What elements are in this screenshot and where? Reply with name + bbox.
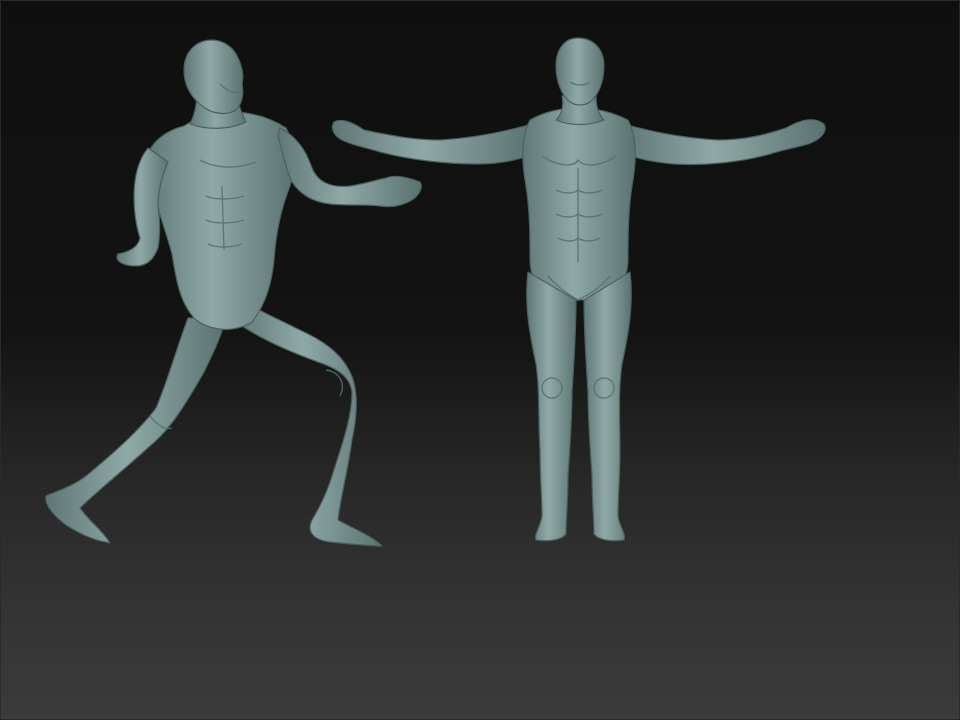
model-leg [583,271,632,542]
model-arm [623,119,826,166]
3d-viewport[interactable] [0,0,960,720]
sculpt-model-tpose[interactable] [331,37,826,542]
model-arm [331,119,533,165]
model-leg [235,303,383,547]
model-head [183,39,244,115]
viewport-canvas[interactable] [0,0,960,720]
model-leg [45,317,227,544]
model-leg [526,271,577,542]
model-torso [522,107,636,301]
model-head [555,37,605,106]
model-torso [145,111,295,330]
sculpt-model-lunge[interactable] [45,39,422,547]
